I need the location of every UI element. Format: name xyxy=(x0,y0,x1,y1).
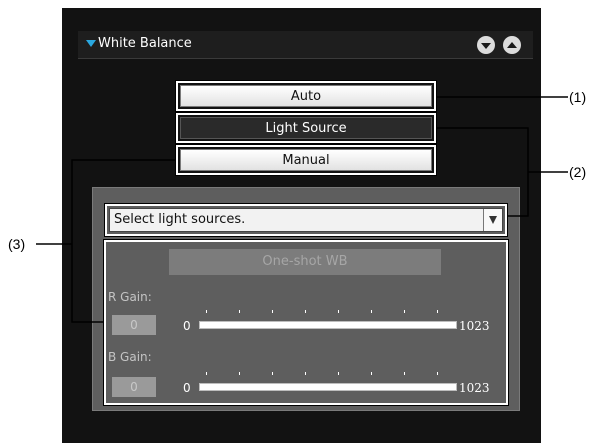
collapse-down-button[interactable] xyxy=(477,36,495,54)
b-gain-label: B Gain: xyxy=(108,350,152,364)
callout-3-label: (3) xyxy=(8,236,26,252)
chevron-down-icon xyxy=(489,216,497,224)
b-gain-ticks xyxy=(199,372,457,376)
r-gain-max-label: 1023 xyxy=(459,319,490,333)
r-gain-ticks xyxy=(199,310,457,314)
expand-up-button[interactable] xyxy=(503,36,521,54)
auto-button[interactable]: Auto xyxy=(180,85,432,107)
manual-button[interactable]: Manual xyxy=(180,149,432,171)
r-gain-input[interactable]: 0 xyxy=(112,315,156,335)
chevron-down-icon xyxy=(481,42,491,49)
chevron-up-icon xyxy=(507,41,517,48)
header-divider xyxy=(78,58,533,59)
expand-triangle-icon[interactable] xyxy=(86,40,96,47)
b-gain-min-label: 0 xyxy=(183,381,191,395)
b-gain-slider[interactable] xyxy=(199,383,457,391)
r-gain-min-label: 0 xyxy=(183,319,191,333)
light-source-select-value: Select light sources. xyxy=(114,212,246,227)
b-gain-input[interactable]: 0 xyxy=(112,377,156,397)
callout-2-label: (2) xyxy=(569,164,587,180)
b-gain-max-label: 1023 xyxy=(459,381,490,395)
dropdown-arrow-button[interactable] xyxy=(483,209,502,231)
one-shot-wb-button[interactable]: One-shot WB xyxy=(169,249,441,275)
light-source-button[interactable]: Light Source xyxy=(180,117,432,139)
r-gain-slider[interactable] xyxy=(199,321,457,329)
r-gain-label: R Gain: xyxy=(108,290,152,304)
panel-title: White Balance xyxy=(98,36,192,51)
callout-1-label: (1) xyxy=(569,89,587,105)
